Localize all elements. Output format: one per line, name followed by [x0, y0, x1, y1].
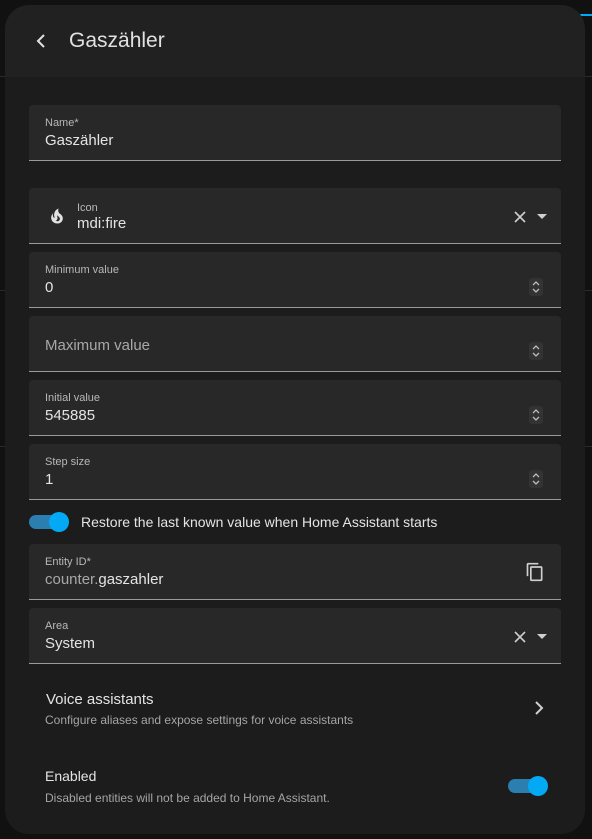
toggle-thumb: [49, 512, 69, 532]
chevron-left-icon: [36, 34, 45, 48]
minimum-value-input[interactable]: 0: [45, 279, 53, 296]
icon-label: Icon: [77, 202, 98, 214]
toggle-thumb: [528, 776, 548, 796]
name-value[interactable]: Gaszähler: [45, 132, 113, 149]
initial-value-field[interactable]: Initial value 545885: [29, 380, 561, 436]
restore-toggle[interactable]: [29, 512, 69, 532]
area-field[interactable]: Area System: [29, 608, 561, 664]
fire-icon: [51, 208, 63, 224]
name-field[interactable]: Name* Gaszähler: [29, 105, 561, 161]
maximum-value-field[interactable]: Maximum value: [29, 316, 561, 372]
entity-id-value: gaszahler: [98, 571, 164, 588]
dialog-header: Gaszähler: [5, 5, 585, 77]
spinner-icon[interactable]: [529, 278, 543, 296]
spinner-icon[interactable]: [529, 342, 543, 360]
entity-id-field[interactable]: Entity ID* counter.gaszahler: [29, 544, 561, 600]
step-size-label: Step size: [45, 456, 91, 468]
step-size-field[interactable]: Step size 1: [29, 444, 561, 500]
chevron-right-icon: [535, 701, 544, 715]
voice-assistants-title: Voice assistants: [46, 691, 154, 708]
spinner-icon[interactable]: [529, 406, 543, 424]
icon-value[interactable]: mdi:fire: [77, 215, 126, 232]
entity-id-label: Entity ID*: [45, 556, 91, 568]
initial-value-label: Initial value: [45, 392, 101, 404]
minimum-value-label: Minimum value: [45, 264, 119, 276]
dropdown-caret-icon[interactable]: [537, 634, 547, 639]
minimum-value-field[interactable]: Minimum value 0: [29, 252, 561, 308]
enabled-subtitle: Disabled entities will not be added to H…: [45, 791, 330, 805]
copy-icon[interactable]: [525, 562, 545, 582]
voice-assistants-subtitle: Configure aliases and expose settings fo…: [45, 713, 354, 727]
area-value[interactable]: System: [45, 635, 95, 652]
icon-picker-field[interactable]: Icon mdi:fire: [29, 188, 561, 244]
entity-settings-dialog: Gaszähler Name* Gaszähler Icon mdi:fire …: [5, 5, 585, 834]
clear-icon[interactable]: [513, 630, 527, 644]
maximum-value-placeholder[interactable]: Maximum value: [45, 337, 150, 354]
area-label: Area: [45, 620, 69, 632]
entity-id-prefix: counter.: [45, 571, 99, 588]
dialog-title: Gaszähler: [69, 29, 165, 52]
dropdown-caret-icon[interactable]: [537, 214, 547, 219]
back-button[interactable]: [25, 29, 57, 53]
spinner-icon[interactable]: [529, 470, 543, 488]
entity-id-input[interactable]: counter.gaszahler: [45, 571, 163, 588]
restore-label: Restore the last known value when Home A…: [81, 514, 438, 530]
enabled-toggle[interactable]: [508, 776, 548, 796]
clear-icon[interactable]: [513, 210, 527, 224]
initial-value-input[interactable]: 545885: [45, 407, 95, 424]
step-size-input[interactable]: 1: [45, 471, 53, 488]
enabled-title: Enabled: [45, 768, 97, 784]
voice-assistants-row[interactable]: Voice assistants Configure aliases and e…: [29, 681, 561, 737]
name-label: Name*: [45, 117, 79, 129]
